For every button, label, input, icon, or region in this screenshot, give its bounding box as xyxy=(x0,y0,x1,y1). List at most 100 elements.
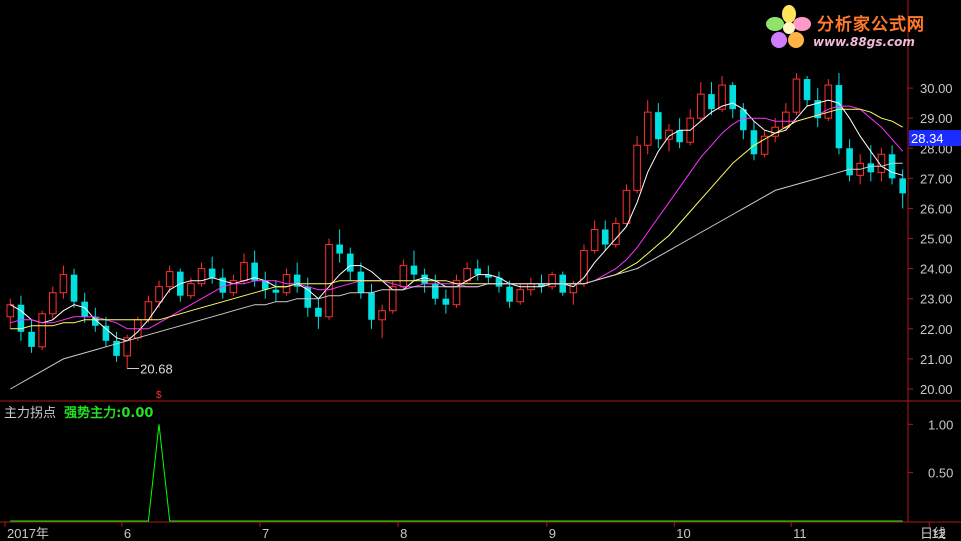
candle-body xyxy=(325,244,333,318)
candle-body xyxy=(835,85,843,149)
candle xyxy=(325,238,333,320)
candle xyxy=(59,265,68,299)
indicator-panel: 0.50 1.00 xyxy=(10,417,953,522)
candle-body xyxy=(867,163,875,173)
candle xyxy=(144,295,153,323)
candle xyxy=(272,280,280,302)
low-marker-label: 20.68 xyxy=(140,362,173,377)
candle xyxy=(17,295,25,341)
indicator-value: 0.00 xyxy=(121,406,154,421)
candle xyxy=(368,283,375,329)
candle-body xyxy=(474,268,482,275)
candle xyxy=(686,109,695,146)
candle xyxy=(718,76,726,113)
price-tick-label: 26.00 xyxy=(920,201,953,216)
candlestick-chart: 20.00 21.00 22.00 23.00 24.00 25.00 26.00 27.00… xyxy=(0,0,961,541)
time-tick-label: 10 xyxy=(676,526,690,541)
candle-body xyxy=(580,250,588,285)
candle-body xyxy=(102,325,110,341)
candle xyxy=(708,82,715,116)
candle-body xyxy=(70,274,78,302)
candle xyxy=(399,259,408,290)
candle-body xyxy=(208,268,216,278)
candle xyxy=(548,271,556,290)
candle xyxy=(452,274,461,308)
candle-body xyxy=(197,268,206,285)
candle-body xyxy=(410,265,418,275)
candle xyxy=(655,103,662,149)
candle xyxy=(431,274,439,305)
candle xyxy=(261,271,269,299)
logo-title: 分析家公式网 xyxy=(817,15,925,35)
candle-body xyxy=(506,286,513,302)
candle-body xyxy=(336,244,343,254)
period-label: 日线 xyxy=(920,527,946,541)
candle xyxy=(601,220,609,251)
candle xyxy=(70,268,78,308)
indicator-tick-label: 1.00 xyxy=(928,417,953,432)
indicator-tick-label: 0.50 xyxy=(928,466,953,481)
price-tick-label: 29.00 xyxy=(920,111,953,126)
signal-marker: $ xyxy=(156,390,162,401)
current-price-label: 28.34 xyxy=(911,131,944,146)
candle xyxy=(643,100,652,155)
candle xyxy=(336,229,343,263)
candle xyxy=(102,316,110,347)
candle-body xyxy=(59,274,68,294)
candle xyxy=(580,244,588,287)
candle-body xyxy=(49,292,57,315)
candle xyxy=(495,271,503,293)
candle xyxy=(155,280,163,308)
candle-body xyxy=(601,229,609,245)
candle-body xyxy=(846,148,853,176)
candle-body xyxy=(782,111,790,128)
candle xyxy=(388,280,397,314)
candle-body xyxy=(622,189,631,224)
candle xyxy=(378,304,386,338)
candle xyxy=(49,286,57,320)
candle xyxy=(792,73,801,116)
price-tick-label: 22.00 xyxy=(920,322,953,337)
candle xyxy=(590,220,599,254)
candle xyxy=(612,217,620,248)
flower-icon xyxy=(766,5,811,48)
candle xyxy=(442,289,450,314)
time-tick-label: 9 xyxy=(549,526,556,541)
candle-body xyxy=(28,331,35,347)
candle xyxy=(38,310,46,350)
candle-body xyxy=(431,283,439,299)
candle xyxy=(240,253,248,284)
candle-body xyxy=(643,111,652,146)
moving-average-lines xyxy=(10,99,904,390)
candle-body xyxy=(346,253,354,272)
price-tick-label: 23.00 xyxy=(920,292,953,307)
candle xyxy=(803,76,811,107)
price-tick-label: 30.00 xyxy=(920,81,953,96)
candle-body xyxy=(633,144,641,191)
candle xyxy=(814,88,821,128)
candle-body xyxy=(708,94,715,110)
candle xyxy=(346,247,354,281)
candles-layer xyxy=(6,73,906,369)
candle xyxy=(315,298,322,329)
candle-body xyxy=(590,229,599,252)
candle-body xyxy=(155,286,163,303)
candle xyxy=(676,118,683,149)
candle-body xyxy=(240,262,248,282)
candle-body xyxy=(388,286,397,312)
candle xyxy=(760,130,769,158)
candle xyxy=(6,298,15,329)
candle-body xyxy=(187,283,195,297)
time-tick-label: 8 xyxy=(400,526,407,541)
candle-body xyxy=(899,178,906,194)
candle xyxy=(750,121,758,161)
candle xyxy=(888,145,896,185)
candle-body xyxy=(315,307,322,317)
candle-body xyxy=(750,130,758,155)
candle-body xyxy=(697,93,705,119)
candle-body xyxy=(792,78,801,113)
candle xyxy=(729,82,737,119)
candle xyxy=(877,148,886,182)
candle-body xyxy=(368,292,375,320)
candle xyxy=(474,259,482,281)
